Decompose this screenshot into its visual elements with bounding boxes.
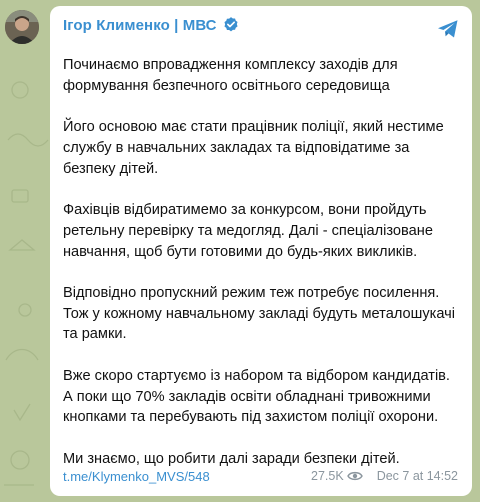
- message-footer: t.me/Klymenko_MVS/548 27.5K Dec 7 at 14:…: [63, 467, 458, 485]
- author-avatar[interactable]: [5, 10, 39, 44]
- message-date: Dec 7 at 14:52: [376, 469, 458, 483]
- telegram-share-icon[interactable]: [436, 17, 460, 41]
- paragraph: Фахівців відбиратимемо за конкурсом, вон…: [63, 201, 433, 260]
- verified-badge-icon: [222, 16, 240, 34]
- view-count: 27.5K: [311, 469, 344, 483]
- message-header: Ігор Клименко | МВС: [63, 15, 458, 35]
- paragraph: Вже скоро стартуємо із набором та відбор…: [63, 367, 450, 426]
- paragraph: Його основою має стати працівник поліції…: [63, 119, 444, 177]
- eye-icon: [346, 470, 363, 482]
- paragraph: Відповідно пропускний режим теж потребує…: [63, 284, 455, 343]
- message-text: Починаємо впровадження комплексу заходів…: [63, 55, 458, 469]
- post-link[interactable]: t.me/Klymenko_MVS/548: [63, 469, 210, 484]
- message-bubble: Ігор Клименко | МВС Починаємо впроваджен…: [50, 6, 472, 496]
- author-name[interactable]: Ігор Клименко | МВС: [63, 17, 217, 34]
- paragraph: Починаємо впровадження комплексу заходів…: [63, 57, 398, 94]
- message-meta: 27.5K Dec 7 at 14:52: [311, 469, 458, 483]
